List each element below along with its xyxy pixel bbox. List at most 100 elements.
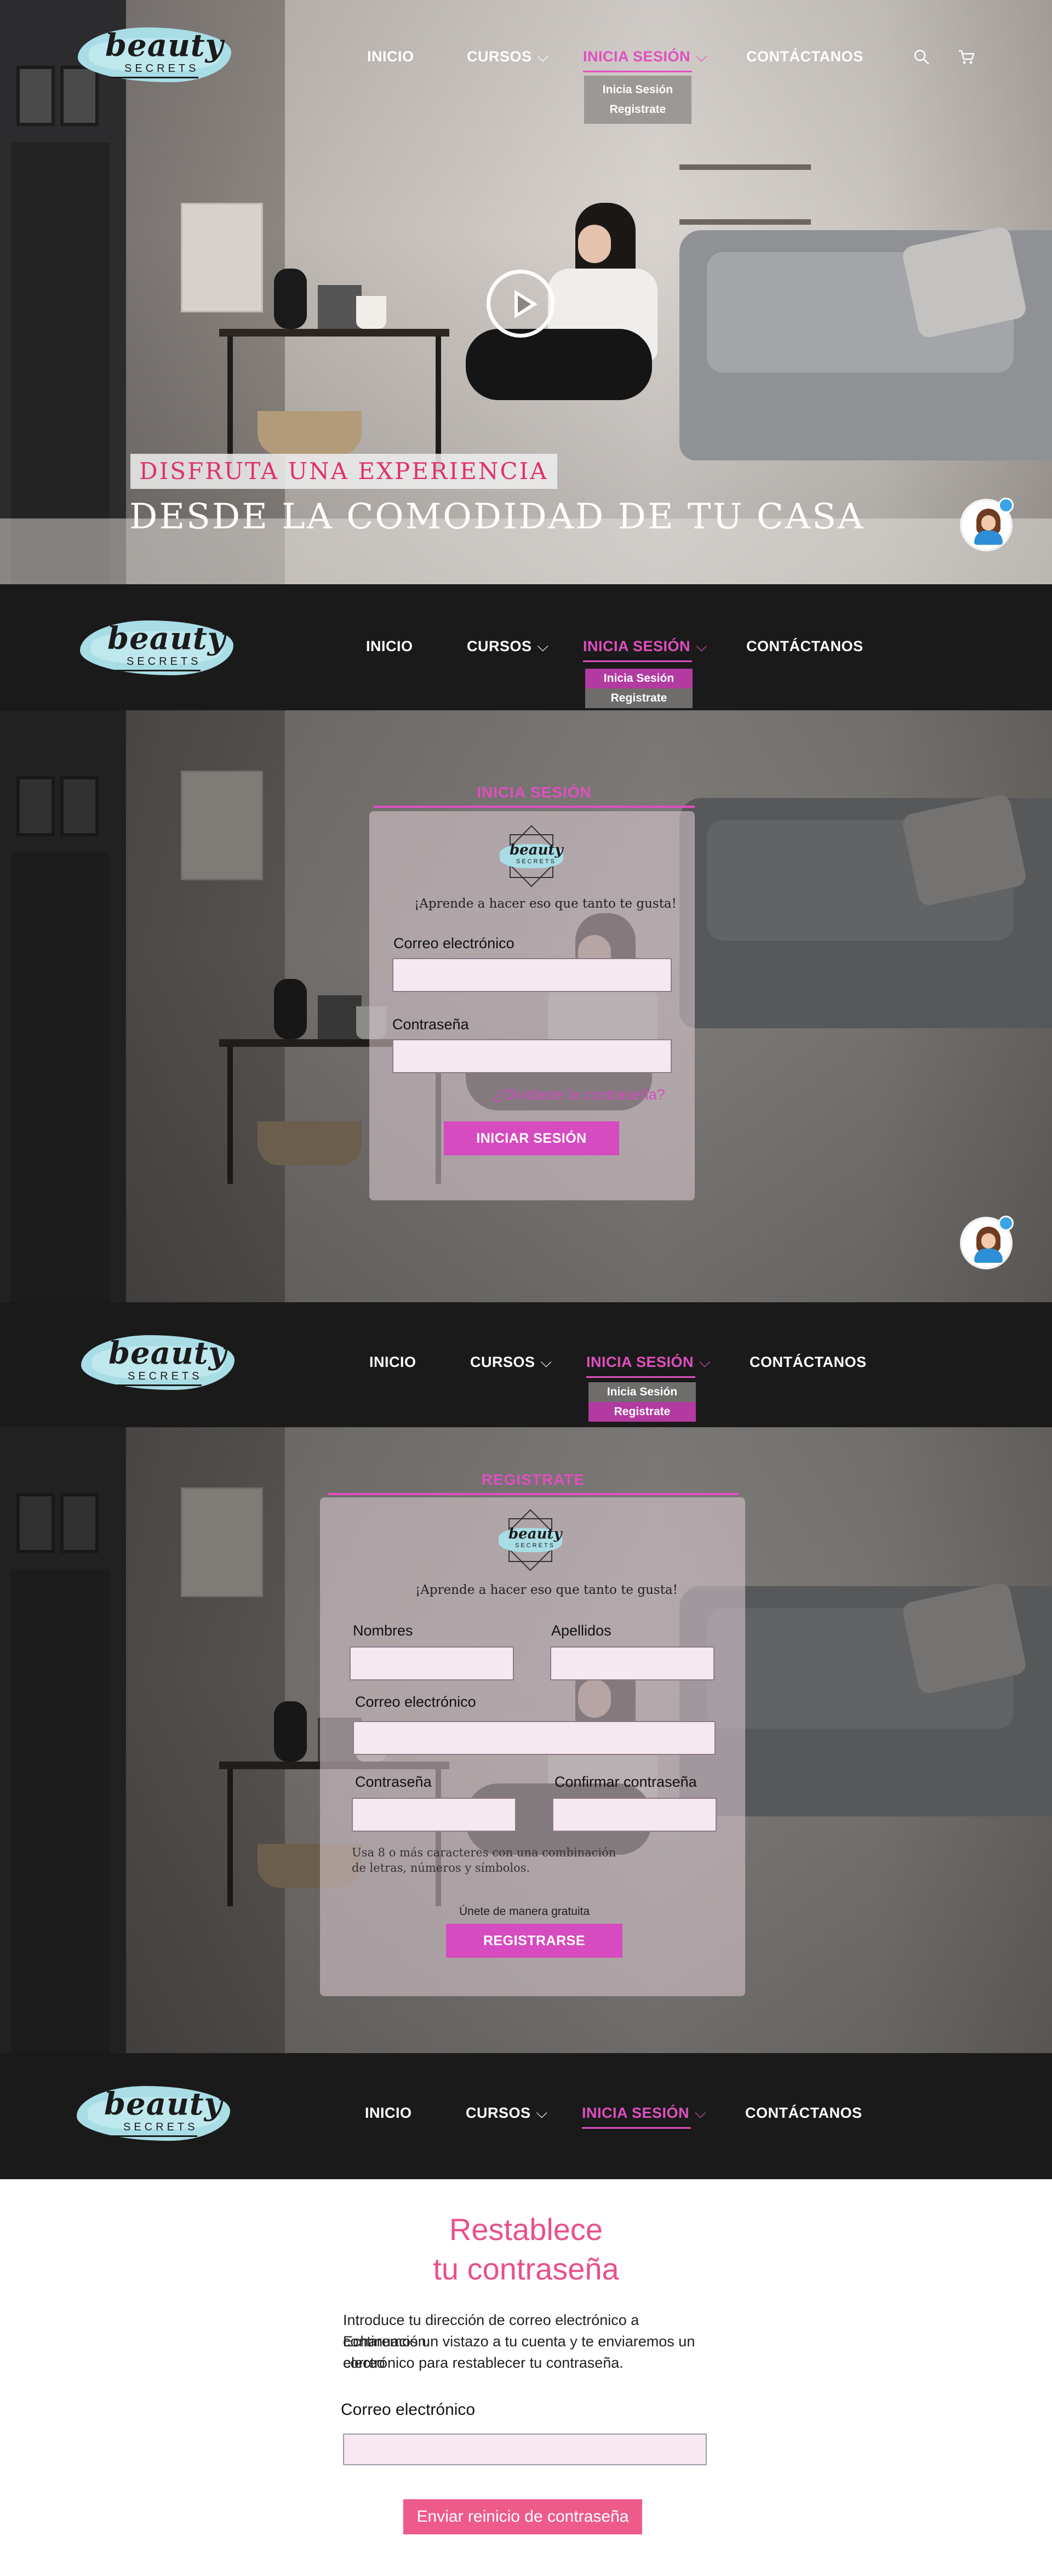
register-page-header: beauty SECRETS INICIO CURSOS ⌵ INICIA SES… (0, 1302, 1052, 1427)
reset-email-label: Correo electrónico (341, 2401, 476, 2419)
login-subtitle: ¡Aprende a hacer eso que tanto te gusta! (414, 897, 677, 911)
chevron-down-icon: ⌵ (537, 638, 549, 654)
play-icon[interactable] (487, 270, 554, 338)
main-header: beauty SECRETS INICIO CURSOS ⌵ INICIA SES… (0, 0, 1052, 124)
register-password-input[interactable] (352, 1798, 516, 1832)
chevron-down-icon: ⌵ (696, 48, 707, 65)
confirm-password-input[interactable] (552, 1798, 717, 1832)
nav-contactanos[interactable]: CONTÁCTANOS (750, 1354, 866, 1371)
search-icon[interactable] (912, 47, 931, 67)
nav-inicio[interactable]: INICIO (366, 638, 413, 655)
nav-cursos[interactable]: CURSOS ⌵ (470, 1354, 552, 1371)
dropdown-login[interactable]: Inicia Sesión (584, 80, 691, 100)
card-logo: beauty SECRETS (496, 1506, 564, 1574)
nav-inicia-sesion-label: INICIA SESIÓN (586, 1354, 694, 1370)
dropdown-register[interactable]: Registrate (585, 688, 693, 708)
login-submit-button[interactable]: INICIAR SESIÓN (444, 1121, 619, 1155)
tab-registrate-label: REGISTRATE (481, 1471, 585, 1488)
forgot-password-link[interactable]: ¿Olvidaste la contraseña? (493, 1086, 665, 1103)
brand-logo[interactable]: beauty SECRETS (81, 1330, 235, 1395)
nav-inicia-sesion[interactable]: INICIA SESIÓN ⌵ (583, 638, 707, 662)
brand-logo[interactable]: beauty SECRETS (80, 615, 233, 681)
hero-tagline: DISFRUTA UNA EXPERIENCIA (130, 454, 557, 489)
brand-logo[interactable]: beauty SECRETS (77, 2081, 230, 2146)
chevron-down-icon: ⌵ (536, 2105, 548, 2121)
dropdown-login[interactable]: Inicia Sesión (585, 669, 693, 688)
surnames-input[interactable] (550, 1646, 714, 1680)
nav-inicia-sesion-label: INICIA SESIÓN (583, 638, 691, 654)
logo-word: beauty (107, 620, 226, 657)
logo-sub: SECRETS (124, 62, 199, 75)
nav-cursos-label: CURSOS (470, 1354, 535, 1370)
login-card: beauty SECRETS ¡Aprende a hacer eso que … (369, 811, 695, 1200)
reset-title-line2: tu contraseña (433, 2252, 619, 2286)
nav-inicio[interactable]: INICIO (365, 2105, 412, 2122)
surnames-label: Apellidos (551, 1622, 611, 1639)
login-page-header: beauty SECRETS INICIO CURSOS ⌵ INICIA SES… (0, 584, 1052, 710)
login-dropdown: Inicia Sesión Registrate (588, 1382, 696, 1422)
logo-word: beauty (108, 1335, 227, 1371)
tab-registrate[interactable]: REGISTRATE (328, 1471, 739, 1495)
login-dropdown: Inicia Sesión Registrate (584, 76, 691, 124)
nav-inicio[interactable]: INICIO (369, 1354, 416, 1371)
login-email-label: Correo electrónico (393, 935, 514, 951)
card-logo: beauty SECRETS (498, 822, 565, 890)
nav-inicio[interactable]: INICIO (367, 48, 414, 65)
nav-inicia-sesion-label: INICIA SESIÓN (583, 48, 691, 65)
register-section: REGISTRATE beauty SECRETS ¡Aprende a hac… (0, 1427, 1052, 2053)
dropdown-register[interactable]: Registrate (588, 1402, 696, 1422)
dropdown-login[interactable]: Inicia Sesión (588, 1382, 696, 1402)
hero-section: beauty SECRETS INICIO CURSOS ⌵ INICIA SES… (0, 0, 1052, 584)
names-input[interactable] (350, 1646, 514, 1680)
nav-inicia-sesion[interactable]: INICIA SESIÓN ⌵ (586, 1354, 711, 1378)
reset-title-line1: Restablece (449, 2212, 603, 2247)
send-reset-button[interactable]: Enviar reinicio de contraseña (403, 2499, 642, 2534)
logo-sub: SECRETS (123, 2121, 198, 2133)
hero-title: DESDE LA COMODIDAD DE TU CASA (129, 497, 865, 537)
card-logo-word: beauty (508, 1526, 562, 1542)
join-free-text: Únete de manera gratuita (459, 1905, 590, 1918)
chat-avatar-icon[interactable] (960, 498, 1014, 551)
password-hint-line1: Usa 8 o más caracteres con una combinaci… (352, 1846, 616, 1859)
register-subtitle: ¡Aprende a hacer eso que tanto te gusta! (415, 1583, 678, 1597)
reset-page-header: beauty SECRETS INICIO CURSOS ⌵ INICIA SES… (0, 2053, 1052, 2179)
reset-desc-line3: electrónico para restablecer tu contrase… (343, 2355, 624, 2371)
nav-cursos[interactable]: CURSOS ⌵ (467, 638, 548, 656)
tab-inicia-sesion[interactable]: INICIA SESIÓN (374, 784, 695, 808)
nav-cursos[interactable]: CURSOS ⌵ (466, 2105, 547, 2122)
chevron-down-icon: ⌵ (537, 48, 549, 65)
nav-cursos-label: CURSOS (466, 2105, 531, 2121)
register-submit-button[interactable]: REGISTRARSE (446, 1924, 622, 1958)
register-email-input[interactable] (353, 1721, 716, 1755)
reset-email-input[interactable] (343, 2433, 707, 2465)
chat-avatar-icon[interactable] (960, 1216, 1014, 1269)
register-email-label: Correo electrónico (355, 1694, 476, 1710)
login-email-input[interactable] (392, 958, 672, 992)
logo-sub: SECRETS (127, 656, 202, 668)
register-password-label: Contraseña (355, 1774, 432, 1790)
nav-cursos[interactable]: CURSOS ⌵ (467, 48, 548, 66)
tab-inicia-sesion-label: INICIA SESIÓN (477, 784, 592, 801)
login-password-input[interactable] (392, 1039, 672, 1073)
card-logo-sub: SECRETS (516, 858, 556, 865)
chevron-down-icon: ⌵ (696, 638, 707, 654)
chevron-down-icon: ⌵ (540, 1354, 552, 1370)
nav-contactanos[interactable]: CONTÁCTANOS (745, 2105, 862, 2122)
login-dropdown: Inicia Sesión Registrate (585, 669, 693, 708)
cart-icon[interactable] (957, 47, 976, 67)
card-logo-sub: SECRETS (515, 1542, 555, 1549)
nav-contactanos[interactable]: CONTÁCTANOS (746, 638, 863, 655)
nav-contactanos[interactable]: CONTÁCTANOS (746, 48, 863, 65)
nav-cursos-label: CURSOS (467, 48, 532, 65)
login-section: INICIA SESIÓN beauty SECRETS ¡Aprende a … (0, 710, 1052, 1302)
nav-inicia-sesion[interactable]: INICIA SESIÓN ⌵ (583, 48, 707, 72)
nav-inicia-sesion-label: INICIA SESIÓN (582, 2105, 690, 2121)
register-card: beauty SECRETS ¡Aprende a hacer eso que … (320, 1497, 745, 1996)
nav-inicia-sesion[interactable]: INICIA SESIÓN ⌵ (582, 2105, 706, 2129)
brand-logo[interactable]: beauty SECRETS (78, 22, 231, 88)
card-logo-word: beauty (510, 842, 563, 858)
nav-cursos-label: CURSOS (467, 638, 532, 654)
names-label: Nombres (353, 1622, 413, 1639)
logo-sub: SECRETS (128, 1370, 203, 1382)
dropdown-register[interactable]: Registrate (584, 100, 691, 119)
